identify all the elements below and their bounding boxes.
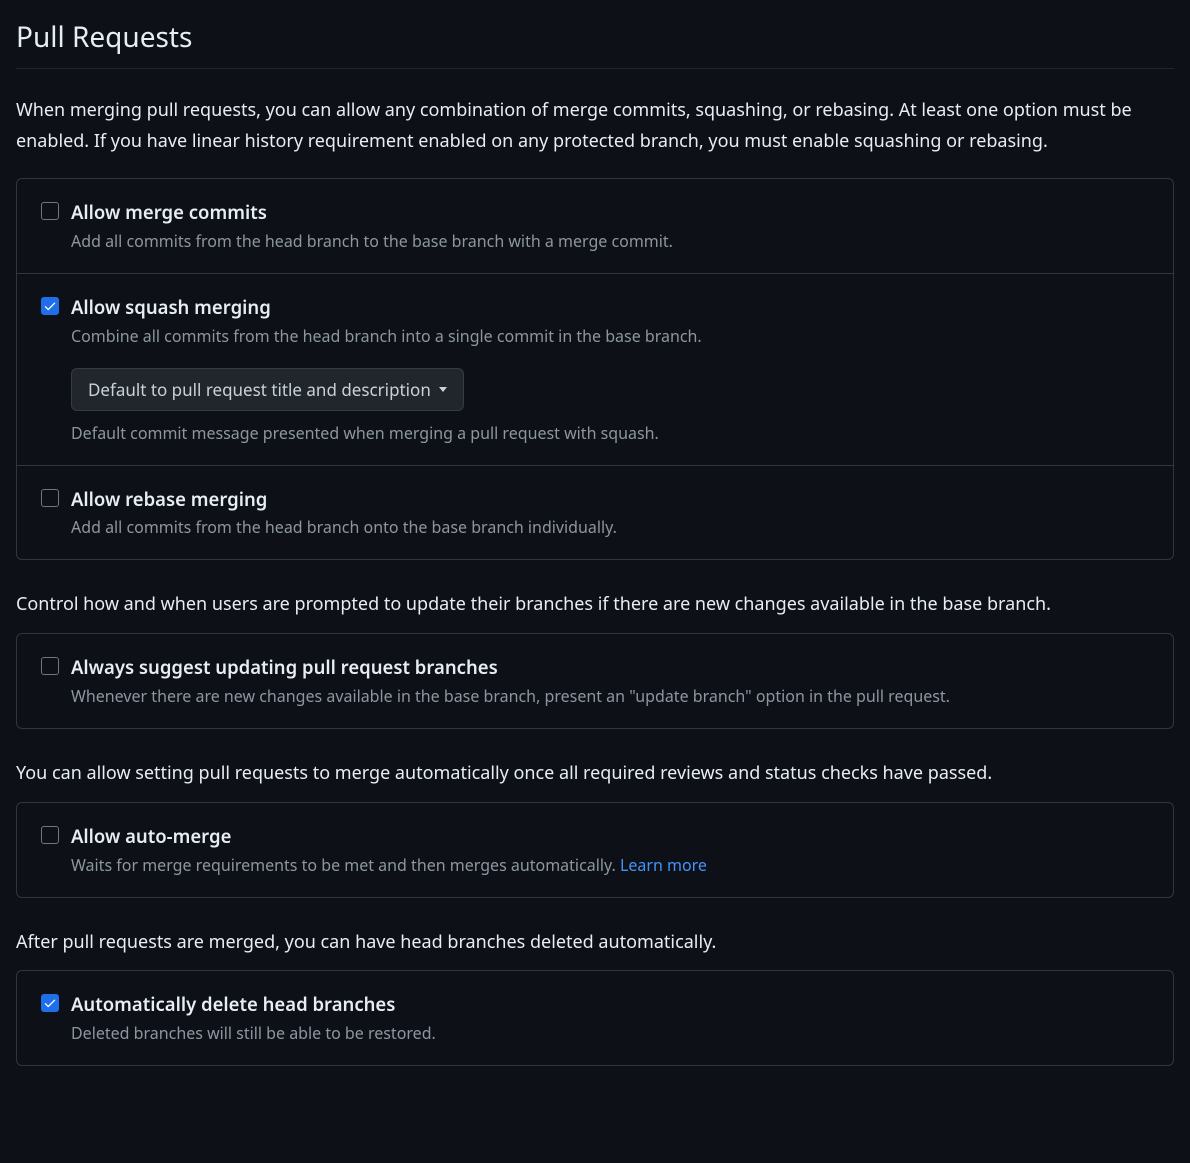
allow-merge-commits-label: Allow merge commits bbox=[71, 199, 1149, 227]
check-icon bbox=[43, 299, 57, 313]
allow-merge-commits-desc: Add all commits from the head branch to … bbox=[71, 230, 673, 252]
setting-row-merge-commits: Allow merge commits Add all commits from… bbox=[17, 179, 1173, 274]
setting-content: Allow rebase merging Add all commits fro… bbox=[71, 486, 1149, 540]
delete-branches-box: Automatically delete head branches Delet… bbox=[16, 970, 1174, 1066]
check-icon bbox=[43, 996, 57, 1010]
suggest-update-desc: Whenever there are new changes available… bbox=[71, 685, 950, 707]
dropdown-label: Default to pull request title and descri… bbox=[88, 378, 431, 401]
update-branches-section-text: Control how and when users are prompted … bbox=[16, 590, 1174, 619]
setting-row-rebase: Allow rebase merging Add all commits fro… bbox=[17, 466, 1173, 560]
page-title: Pull Requests bbox=[16, 16, 1174, 69]
setting-row-auto-delete: Automatically delete head branches Delet… bbox=[17, 971, 1173, 1065]
setting-content: Always suggest updating pull request bra… bbox=[71, 654, 1149, 708]
update-branches-box: Always suggest updating pull request bra… bbox=[16, 633, 1174, 729]
auto-delete-checkbox[interactable] bbox=[41, 994, 59, 1012]
setting-row-auto-merge: Allow auto-merge Waits for merge require… bbox=[17, 803, 1173, 897]
allow-squash-desc: Combine all commits from the head branch… bbox=[71, 325, 702, 347]
setting-row-suggest-update: Always suggest updating pull request bra… bbox=[17, 634, 1173, 728]
auto-merge-desc: Waits for merge requirements to be met a… bbox=[71, 854, 707, 876]
auto-merge-label: Allow auto-merge bbox=[71, 823, 1149, 851]
setting-row-squash: Allow squash merging Combine all commits… bbox=[17, 274, 1173, 466]
squash-default-message-wrap: Default to pull request title and descri… bbox=[71, 368, 1149, 445]
auto-merge-section-text: You can allow setting pull requests to m… bbox=[16, 759, 1174, 788]
learn-more-link[interactable]: Learn more bbox=[620, 854, 707, 876]
allow-rebase-desc: Add all commits from the head branch ont… bbox=[71, 516, 617, 538]
chevron-down-icon bbox=[439, 387, 447, 392]
squash-dropdown-help: Default commit message presented when me… bbox=[71, 421, 1149, 445]
merge-intro-text: When merging pull requests, you can allo… bbox=[16, 95, 1174, 156]
delete-branches-section-text: After pull requests are merged, you can … bbox=[16, 928, 1174, 957]
setting-content: Allow squash merging Combine all commits… bbox=[71, 294, 1149, 445]
setting-content: Allow auto-merge Waits for merge require… bbox=[71, 823, 1149, 877]
suggest-update-label: Always suggest updating pull request bra… bbox=[71, 654, 1149, 682]
allow-squash-checkbox[interactable] bbox=[41, 297, 59, 315]
allow-rebase-label: Allow rebase merging bbox=[71, 486, 1149, 514]
squash-default-message-dropdown[interactable]: Default to pull request title and descri… bbox=[71, 368, 464, 411]
suggest-update-checkbox[interactable] bbox=[41, 657, 59, 675]
auto-merge-checkbox[interactable] bbox=[41, 826, 59, 844]
merge-options-box: Allow merge commits Add all commits from… bbox=[16, 178, 1174, 560]
auto-merge-desc-text: Waits for merge requirements to be met a… bbox=[71, 854, 620, 876]
auto-delete-desc: Deleted branches will still be able to b… bbox=[71, 1022, 436, 1044]
allow-squash-label: Allow squash merging bbox=[71, 294, 1149, 322]
setting-content: Automatically delete head branches Delet… bbox=[71, 991, 1149, 1045]
allow-merge-commits-checkbox[interactable] bbox=[41, 202, 59, 220]
allow-rebase-checkbox[interactable] bbox=[41, 489, 59, 507]
auto-merge-box: Allow auto-merge Waits for merge require… bbox=[16, 802, 1174, 898]
auto-delete-label: Automatically delete head branches bbox=[71, 991, 1149, 1019]
setting-content: Allow merge commits Add all commits from… bbox=[71, 199, 1149, 253]
